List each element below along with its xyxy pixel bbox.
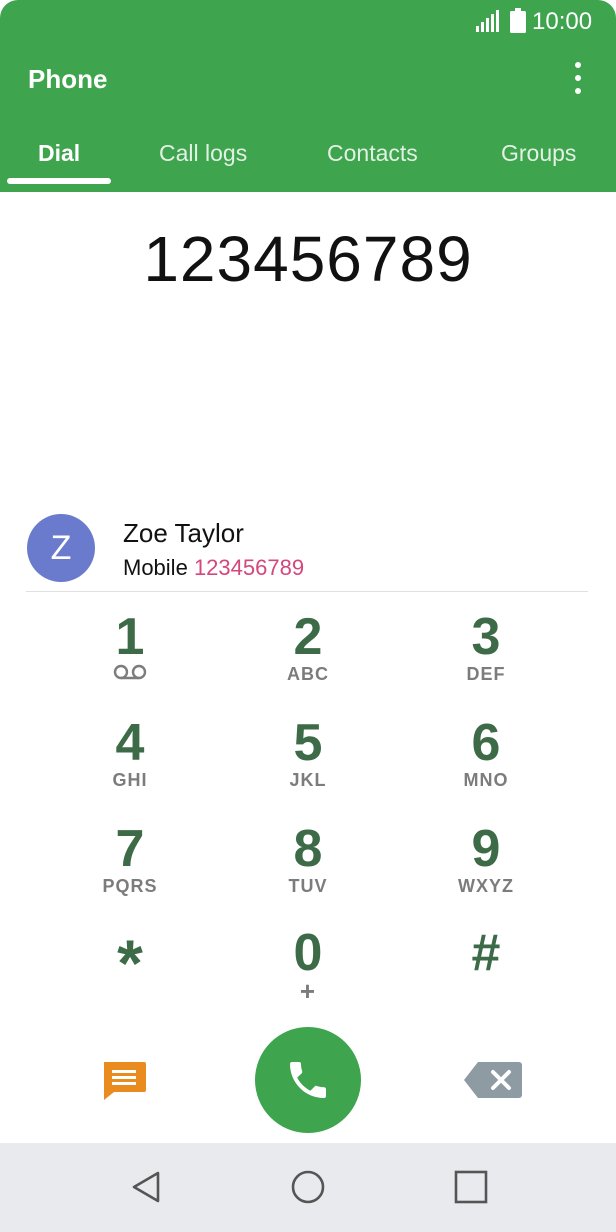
navigation-bar <box>0 1143 616 1232</box>
key-digit: 3 <box>471 608 501 666</box>
home-icon[interactable] <box>288 1167 328 1207</box>
key-8[interactable]: 8 TUV <box>233 822 383 918</box>
key-digit: 0 <box>293 924 323 982</box>
key-letters: + <box>299 976 317 1006</box>
tab-dial[interactable]: Dial <box>38 140 80 167</box>
key-digit: 9 <box>471 820 501 878</box>
voicemail-icon <box>113 664 147 680</box>
tab-contacts[interactable]: Contacts <box>327 140 418 167</box>
key-0[interactable]: 0 + <box>233 926 383 1022</box>
key-letters: TUV <box>288 876 328 896</box>
key-digit: 7 <box>115 820 145 878</box>
tab-indicator <box>7 178 111 184</box>
call-button[interactable] <box>255 1027 361 1133</box>
key-6[interactable]: 6 MNO <box>411 716 561 812</box>
avatar: Z <box>27 514 95 582</box>
key-1[interactable]: 1 <box>55 610 205 706</box>
key-5[interactable]: 5 JKL <box>233 716 383 812</box>
key-digit: 5 <box>293 714 323 772</box>
tab-call-logs[interactable]: Call logs <box>159 140 247 167</box>
backspace-icon[interactable] <box>464 1062 522 1098</box>
app-bar: 10:00 Phone Dial Call logs Contacts Grou… <box>0 0 616 192</box>
key-letters: JKL <box>289 770 327 790</box>
key-digit: # <box>471 924 501 982</box>
key-2[interactable]: 2 ABC <box>233 610 383 706</box>
key-digit: 4 <box>115 714 145 772</box>
contact-name: Zoe Taylor <box>123 518 244 548</box>
key-letters: ABC <box>287 664 329 684</box>
message-icon[interactable] <box>100 1060 148 1102</box>
key-7[interactable]: 7 PQRS <box>55 822 205 918</box>
contact-detail: Mobile 123456789 <box>123 555 304 581</box>
key-star[interactable]: * <box>55 930 205 1026</box>
key-letters: PQRS <box>102 876 158 896</box>
contact-suggestion[interactable]: Z Zoe Taylor Mobile 123456789 <box>26 512 588 592</box>
tab-groups[interactable]: Groups <box>501 140 576 167</box>
status-time: 10:00 <box>532 8 593 35</box>
key-digit: 1 <box>115 608 145 666</box>
key-letters: WXYZ <box>458 876 514 896</box>
key-digit: 6 <box>471 714 501 772</box>
key-letters: GHI <box>112 770 148 790</box>
key-3[interactable]: 3 DEF <box>411 610 561 706</box>
key-hash[interactable]: # <box>411 926 561 1022</box>
key-letters: DEF <box>466 664 506 684</box>
back-icon[interactable] <box>126 1167 166 1207</box>
dialed-number[interactable]: 123456789 <box>0 222 616 296</box>
signal-icon <box>476 10 499 32</box>
key-digit: * <box>117 926 143 1000</box>
status-bar: 10:00 <box>0 0 616 44</box>
call-icon <box>290 1062 326 1098</box>
key-digit: 8 <box>293 820 323 878</box>
key-letters: MNO <box>463 770 509 790</box>
contact-number-type: Mobile <box>123 555 188 580</box>
overflow-menu-icon[interactable] <box>566 58 590 98</box>
key-4[interactable]: 4 GHI <box>55 716 205 812</box>
key-9[interactable]: 9 WXYZ <box>411 822 561 918</box>
app-title: Phone <box>28 64 108 94</box>
phone-screen: 10:00 Phone Dial Call logs Contacts Grou… <box>0 0 616 1232</box>
battery-icon <box>510 8 526 33</box>
recents-icon[interactable] <box>451 1167 491 1207</box>
key-digit: 2 <box>293 608 323 666</box>
contact-number: 123456789 <box>193 555 305 580</box>
